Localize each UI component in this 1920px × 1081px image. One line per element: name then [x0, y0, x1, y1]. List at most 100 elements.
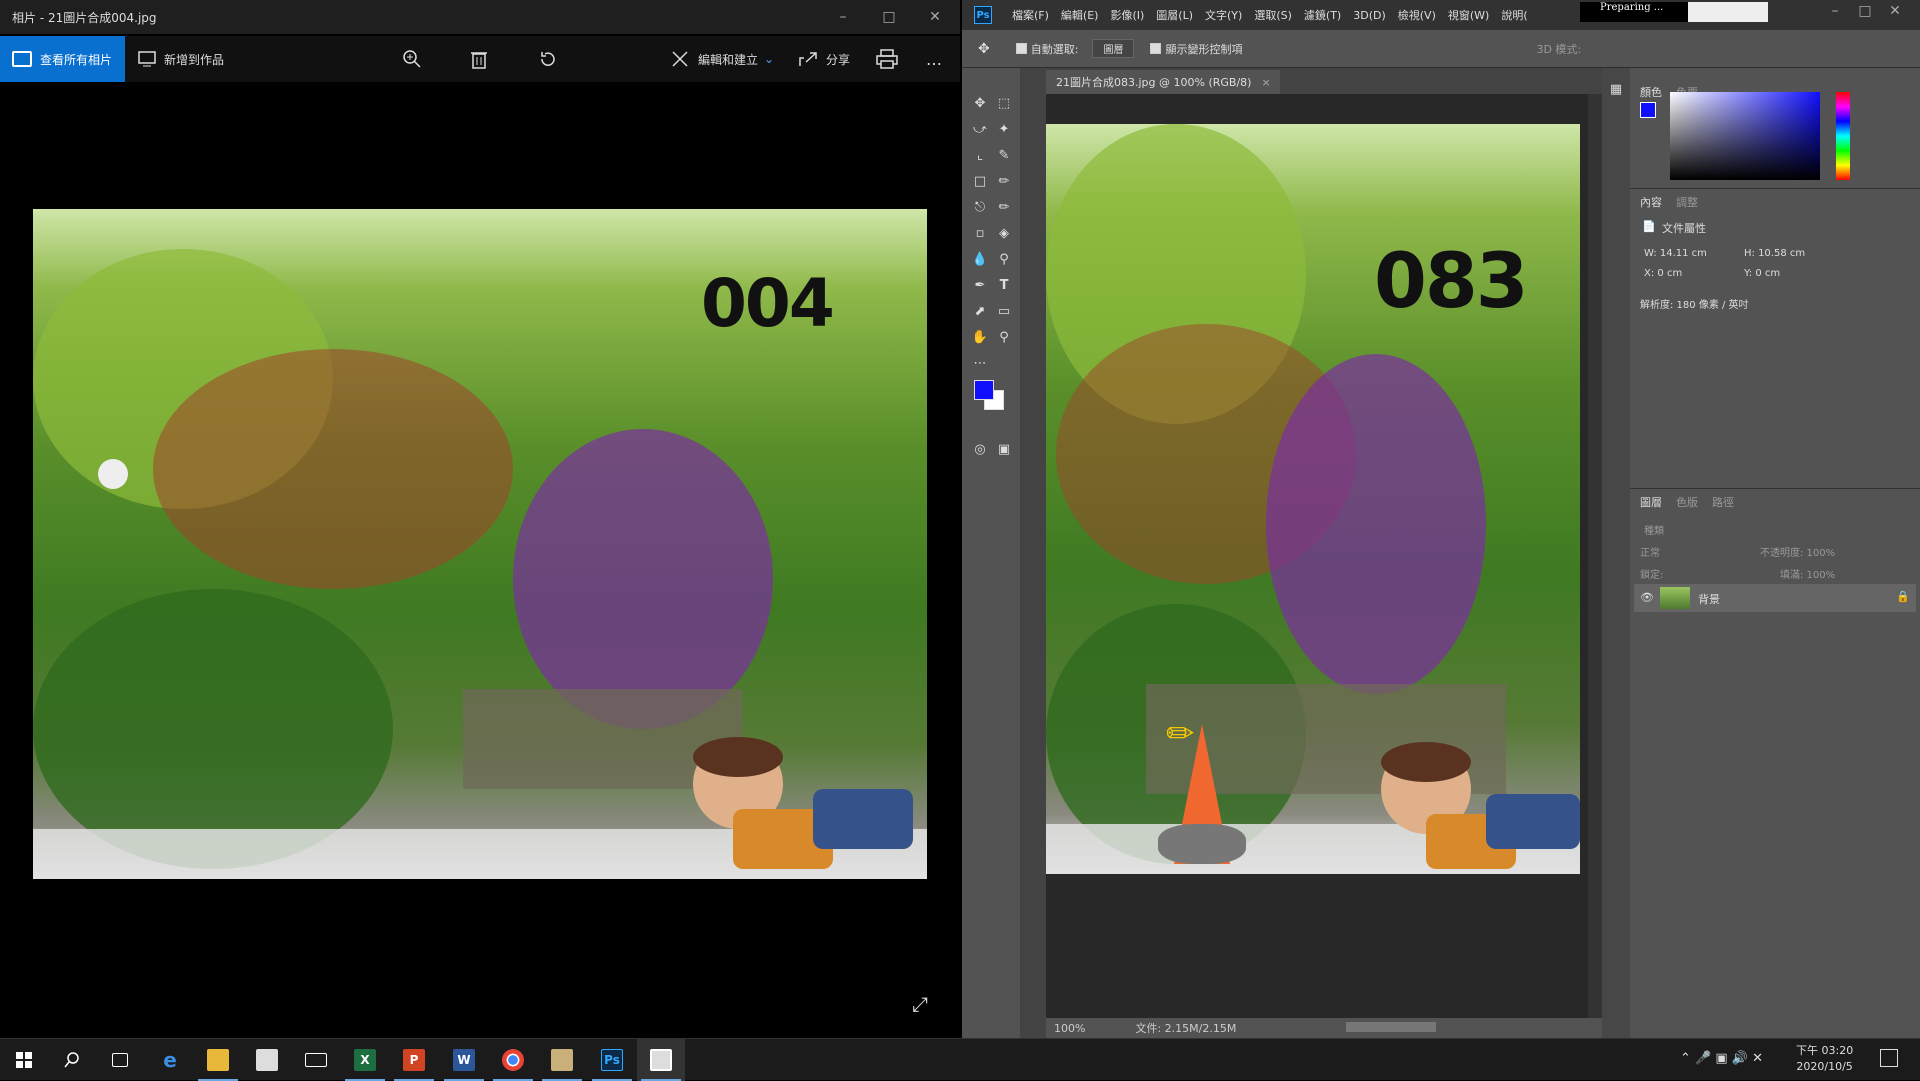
tab-channels[interactable]: 色版 [1676, 494, 1698, 510]
menu-file[interactable]: 檔案(F) [1012, 7, 1049, 23]
marquee-tool[interactable]: ⬚ [994, 94, 1014, 114]
photo-004[interactable]: 004 [33, 209, 927, 879]
tab-properties[interactable]: 內容 [1640, 194, 1662, 210]
document-tab[interactable]: 21圖片合成083.jpg @ 100% (RGB/8) × [1046, 70, 1280, 94]
menu-view[interactable]: 檢視(V) [1398, 7, 1436, 23]
menu-help[interactable]: 說明( [1501, 7, 1527, 23]
app-icon [551, 1049, 573, 1071]
maximize-button[interactable]: □ [866, 0, 912, 34]
menu-image[interactable]: 影像(I) [1110, 7, 1144, 23]
start-button[interactable] [0, 1039, 48, 1081]
view-all-photos-button[interactable]: 查看所有相片 [0, 36, 125, 82]
layer-row-background[interactable]: 👁 背景 🔒 [1634, 584, 1916, 612]
hue-slider[interactable] [1836, 92, 1850, 180]
menu-filter[interactable]: 濾鏡(T) [1304, 7, 1341, 23]
notification-icon[interactable] [1880, 1049, 1898, 1067]
screen-mode-icon[interactable]: ▣ [994, 440, 1014, 460]
show-transform-checkbox[interactable] [1150, 43, 1162, 54]
taskbar-mail[interactable] [292, 1039, 340, 1081]
y-value: Y: 0 cm [1744, 268, 1781, 279]
ps-close-button[interactable]: ✕ [1872, 0, 1918, 22]
layer-kind-filter[interactable]: 種類 [1644, 522, 1664, 537]
color-picker-field[interactable] [1670, 92, 1820, 180]
menu-window[interactable]: 視窗(W) [1448, 7, 1489, 23]
clock[interactable]: 下午 03:20 2020/10/5 [1796, 1043, 1853, 1075]
print-button[interactable] [876, 36, 906, 82]
opacity-field[interactable]: 不透明度: 100% [1760, 544, 1835, 559]
brush-tool[interactable]: ✏ [994, 172, 1014, 192]
child-jeans [813, 789, 913, 849]
delete-button[interactable] [470, 36, 496, 82]
color-panel-fg-swatch[interactable] [1640, 102, 1656, 118]
pen-tool[interactable]: ✒ [970, 276, 990, 296]
menu-edit[interactable]: 編輯(E) [1061, 7, 1099, 23]
horizontal-scrollbar[interactable] [1346, 1022, 1436, 1032]
history-panel-icon[interactable]: ▦ [1606, 80, 1626, 100]
eye-icon[interactable]: 👁 [1640, 591, 1654, 604]
auto-select-checkbox[interactable] [1015, 43, 1027, 54]
type-tool[interactable]: T [994, 276, 1014, 296]
taskbar-excel[interactable]: X [341, 1039, 389, 1081]
tab-adjustments[interactable]: 調整 [1676, 194, 1698, 210]
tab-paths[interactable]: 路徑 [1712, 494, 1734, 510]
taskbar-photoshop[interactable]: Ps [588, 1039, 636, 1081]
blur-tool[interactable]: 💧 [970, 250, 990, 270]
taskbar-photos[interactable] [637, 1039, 685, 1081]
taskbar-file-explorer[interactable] [194, 1039, 242, 1081]
edit-create-button[interactable]: 編輯和建立 ⌄ [670, 36, 774, 82]
close-tab-icon[interactable]: × [1261, 76, 1270, 89]
eraser-tool[interactable]: ▫ [970, 224, 990, 244]
tab-layers[interactable]: 圖層 [1640, 494, 1662, 510]
healing-tool[interactable]: □ [970, 172, 990, 192]
more-tools-icon[interactable]: ⋯ [970, 354, 990, 374]
lock-label: 鎖定: [1640, 570, 1664, 581]
menu-3d[interactable]: 3D(D) [1353, 9, 1386, 22]
menu-select[interactable]: 選取(S) [1254, 7, 1292, 23]
photo-083[interactable]: 083 ✏ [1046, 124, 1580, 874]
more-options-button[interactable]: … [926, 36, 942, 82]
stamp-tool[interactable]: ⎋ [970, 198, 990, 218]
crop-tool[interactable]: ⌞ [970, 146, 990, 166]
print-icon [876, 49, 898, 69]
add-to-creation-button[interactable]: 新增到作品 [138, 36, 224, 82]
taskbar-edge[interactable]: e [146, 1039, 194, 1081]
fill-field[interactable]: 填滿: 100% [1780, 566, 1835, 581]
history-brush-tool[interactable]: ✏ [994, 198, 1014, 218]
rectangle-tool[interactable]: ▭ [994, 302, 1014, 322]
blend-mode-dropdown[interactable]: 正常 [1640, 544, 1660, 559]
task-view-button[interactable] [96, 1039, 144, 1081]
paint-bucket-tool[interactable]: ◈ [994, 224, 1014, 244]
lasso-tool[interactable]: ⤻ [970, 120, 990, 140]
move-tool-icon[interactable]: ✥ [978, 41, 990, 57]
foreground-color-swatch[interactable] [974, 380, 994, 400]
zoom-level[interactable]: 100% [1054, 1022, 1085, 1035]
tab-color[interactable]: 顏色 [1640, 84, 1662, 100]
dodge-tool[interactable]: ⚲ [994, 250, 1014, 270]
vertical-scrollbar[interactable] [1588, 94, 1602, 1018]
share-button[interactable]: 分享 [798, 36, 850, 82]
menu-layer[interactable]: 圖層(L) [1156, 7, 1193, 23]
fullscreen-expand-icon[interactable]: ⤢ [912, 992, 928, 1016]
search-button[interactable] [48, 1039, 96, 1081]
close-button[interactable]: ✕ [912, 0, 958, 34]
eyedropper-tool[interactable]: ✎ [994, 146, 1014, 166]
taskbar-word[interactable]: W [440, 1039, 488, 1081]
toolbox: ✥ ⬚ ⤻ ✦ ⌞ ✎ □ ✏ ⎋ ✏ ▫ ◈ 💧 ⚲ ✒ T ⬈ ▭ ✋ ⚲ … [962, 68, 1020, 1038]
auto-select-dropdown[interactable]: 圖層 [1092, 39, 1135, 58]
taskbar-app[interactable] [538, 1039, 586, 1081]
move-tool[interactable]: ✥ [970, 94, 990, 114]
taskbar-store[interactable] [243, 1039, 291, 1081]
tray-icons[interactable]: ⌃ 🎤 ▣ 🔊 ✕ [1680, 1051, 1763, 1066]
minimize-button[interactable]: – [820, 0, 866, 34]
rotate-button[interactable] [538, 36, 566, 82]
taskbar-powerpoint[interactable]: P [390, 1039, 438, 1081]
zoom-tool[interactable]: ⚲ [994, 328, 1014, 348]
hand-tool[interactable]: ✋ [970, 328, 990, 348]
magic-wand-tool[interactable]: ✦ [994, 120, 1014, 140]
taskbar-chrome[interactable] [489, 1039, 537, 1081]
path-select-tool[interactable]: ⬈ [970, 302, 990, 322]
menu-type[interactable]: 文字(Y) [1205, 7, 1242, 23]
quick-mask-icon[interactable]: ◎ [970, 440, 990, 460]
canvas-area[interactable]: 083 ✏ [1046, 94, 1602, 1018]
zoom-in-button[interactable] [402, 36, 430, 82]
